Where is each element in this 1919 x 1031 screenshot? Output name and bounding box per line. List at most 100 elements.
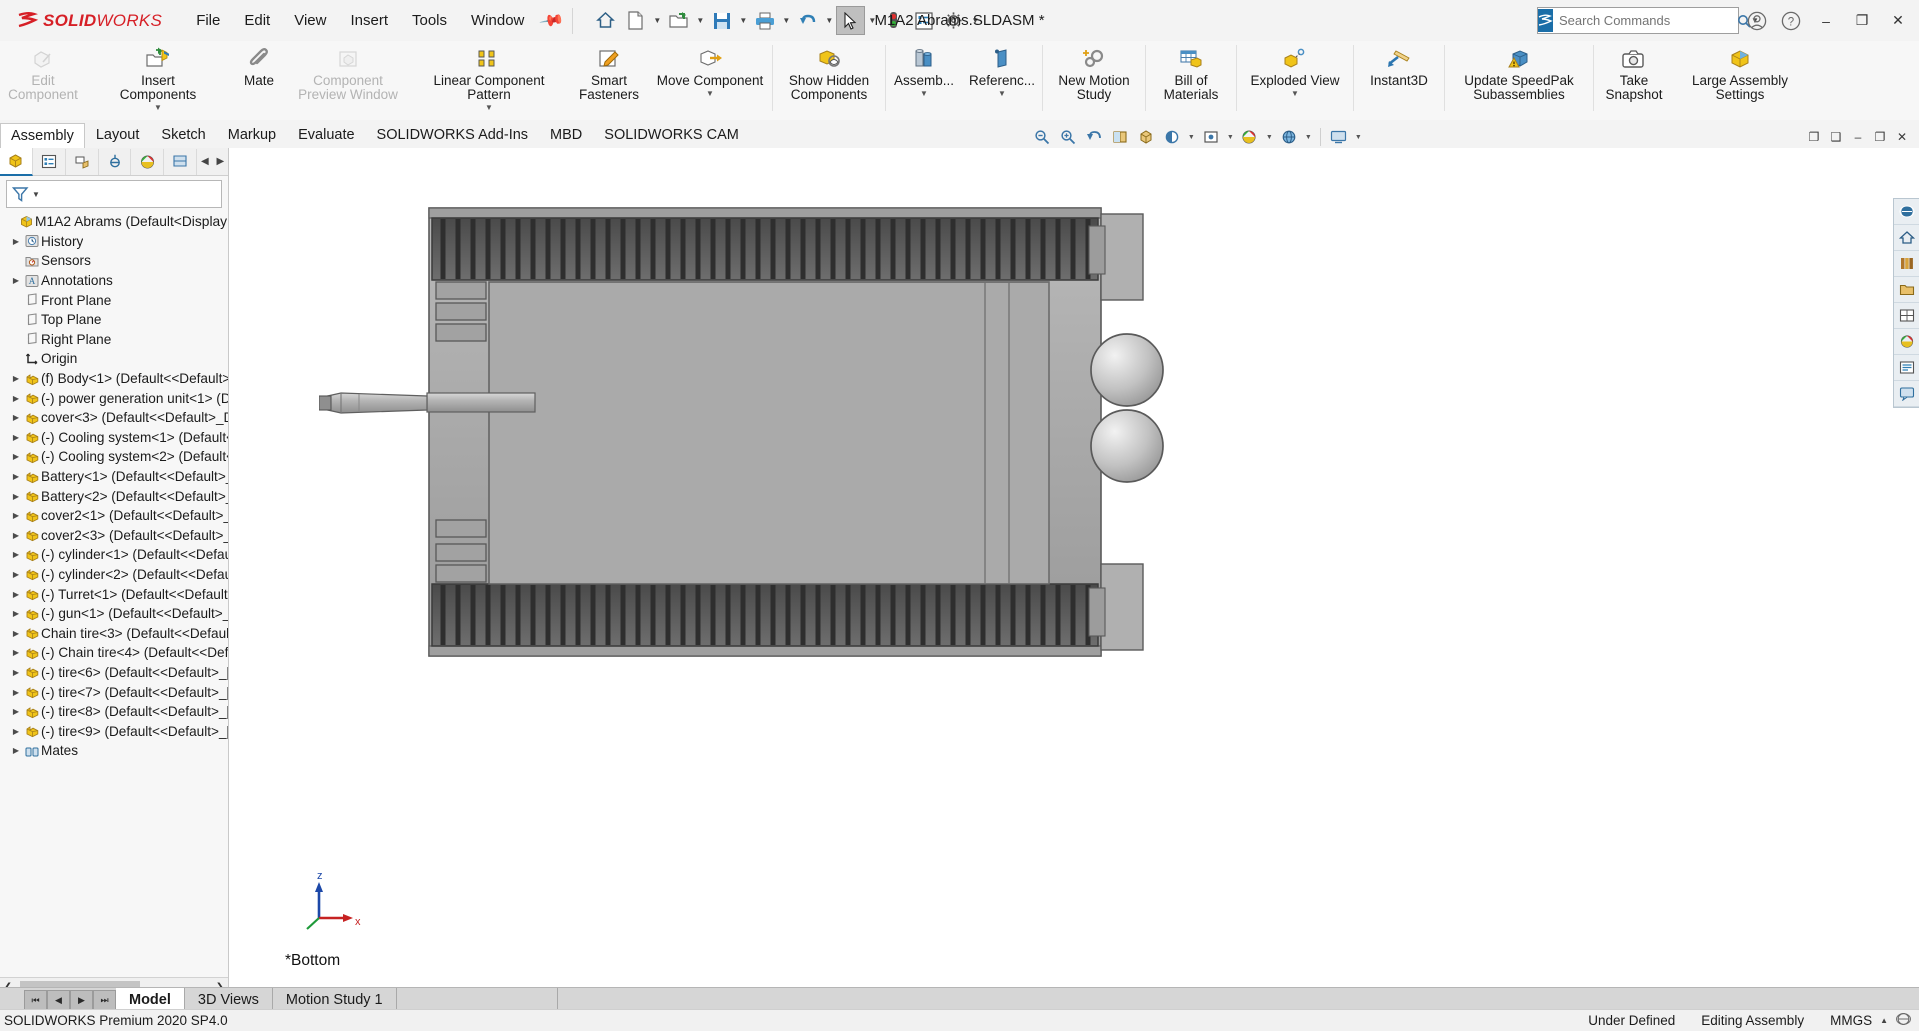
home-icon[interactable]	[591, 6, 620, 35]
feature-tree-item[interactable]: ▶ (-) Cooling system<2> (Default<	[0, 447, 228, 467]
tab-solidworks-cam[interactable]: SOLIDWORKS CAM	[593, 122, 750, 148]
pin-icon[interactable]: 📌	[538, 7, 566, 35]
new-document-icon[interactable]	[621, 6, 650, 35]
zoom-to-fit-icon[interactable]	[1030, 126, 1054, 148]
feature-tree-item[interactable]: ▶ Chain tire<3> (Default<<Default	[0, 623, 228, 643]
chevron-right-icon[interactable]: ▶	[9, 413, 23, 422]
new-motion-study-button[interactable]: New Motion Study	[1043, 41, 1145, 102]
help-question-icon[interactable]: ?	[1775, 6, 1807, 36]
linear-component-pattern-button[interactable]: Linear Component Pattern ▼	[408, 41, 570, 112]
viewport-icon[interactable]	[1327, 126, 1351, 148]
tab-layout[interactable]: Layout	[85, 122, 151, 148]
edit-appearance-caret[interactable]: ▼	[1264, 126, 1275, 148]
feature-tree-item[interactable]: ▶ cover2<1> (Default<<Default>_[	[0, 506, 228, 526]
take-snapshot-button[interactable]: Take Snapshot	[1594, 41, 1674, 102]
search-commands-box[interactable]: ▼	[1537, 7, 1759, 34]
undo-icon[interactable]	[793, 6, 822, 35]
filter-caret-icon[interactable]: ▼	[32, 190, 40, 199]
update-speedpak-button[interactable]: Update SpeedPak Subassemblies	[1445, 41, 1593, 102]
bottom-tab-motion-study-1[interactable]: Motion Study 1	[273, 988, 397, 1010]
feature-tree-item[interactable]: ▶ History	[0, 232, 228, 252]
menu-tools[interactable]: Tools	[400, 6, 459, 35]
collapse-panel-icon[interactable]: ❑	[1825, 126, 1847, 148]
feature-manager-next-arrow[interactable]: ▶	[213, 149, 228, 175]
tab-evaluate[interactable]: Evaluate	[287, 122, 365, 148]
graphics-viewport[interactable]: z x *Bottom	[229, 148, 1919, 988]
menu-file[interactable]: File	[184, 6, 232, 35]
display-manager-icon[interactable]	[909, 6, 938, 35]
hide-show-items-caret[interactable]: ▼	[1225, 126, 1236, 148]
smart-fasteners-button[interactable]: Smart Fasteners	[570, 41, 648, 102]
maximize-window-button[interactable]: ❐	[1845, 1, 1879, 41]
view-palette-icon[interactable]	[1894, 303, 1919, 329]
feature-tree-item[interactable]: ▶ Origin	[0, 349, 228, 369]
menu-edit[interactable]: Edit	[232, 6, 282, 35]
feature-manager-prev-arrow[interactable]: ◀	[197, 149, 212, 175]
feature-tree-item[interactable]: ▶ (-) tire<9> (Default<<Default>_[	[0, 721, 228, 741]
bottom-tab-3d-views[interactable]: 3D Views	[185, 988, 273, 1010]
3d-experience-icon[interactable]	[1894, 199, 1919, 225]
chevron-right-icon[interactable]: ▶	[9, 511, 23, 520]
chevron-right-icon[interactable]: ▶	[9, 648, 23, 657]
print-icon[interactable]	[750, 6, 779, 35]
chevron-right-icon[interactable]: ▶	[9, 237, 23, 246]
appearances-scenes-icon[interactable]	[1894, 329, 1919, 355]
mate-button[interactable]: Mate	[230, 41, 288, 88]
maximize-doc-icon[interactable]: ❐	[1869, 126, 1891, 148]
last-tab-button[interactable]: ⏭	[93, 990, 116, 1010]
reference-geometry-caret[interactable]: ▼	[998, 89, 1006, 98]
property-manager-tab[interactable]	[33, 148, 66, 175]
idler-wheel-lower[interactable]	[1090, 409, 1164, 483]
move-component-caret[interactable]: ▼	[706, 89, 714, 98]
exploded-view-button[interactable]: Exploded View ▼	[1237, 41, 1353, 98]
feature-tree-item[interactable]: ▶ (-) gun<1> (Default<<Default>_[	[0, 604, 228, 624]
menu-window[interactable]: Window	[459, 6, 536, 35]
undo-caret[interactable]: ▼	[823, 7, 835, 34]
gun-barrel-assembly[interactable]	[319, 392, 536, 414]
status-units[interactable]: MMGS	[1830, 1013, 1872, 1028]
chevron-right-icon[interactable]: ▶	[9, 374, 23, 383]
feature-tree-item[interactable]: ▶ (-) cylinder<1> (Default<<Defaul	[0, 545, 228, 565]
feature-tree-root-item[interactable]: ▶ M1A2 Abrams (Default<Display Stat	[0, 212, 228, 232]
apply-scene-icon[interactable]	[1277, 126, 1301, 148]
previous-view-icon[interactable]	[1082, 126, 1106, 148]
insert-components-button[interactable]: Insert Components ▼	[86, 41, 230, 112]
linear-component-pattern-caret[interactable]: ▼	[485, 103, 493, 112]
file-explorer-icon[interactable]	[1894, 277, 1919, 303]
edit-appearance-icon[interactable]	[1238, 126, 1262, 148]
feature-tree-item[interactable]: ▶ (-) power generation unit<1> (De	[0, 388, 228, 408]
feature-tree-item[interactable]: ▶ (-) Turret<1> (Default<<Default>	[0, 584, 228, 604]
print-caret[interactable]: ▼	[780, 7, 792, 34]
next-tab-button[interactable]: ▶	[70, 990, 93, 1010]
feature-tree-item[interactable]: ▶ (-) tire<7> (Default<<Default>_[	[0, 682, 228, 702]
tab-solidworks-add-ins[interactable]: SOLIDWORKS Add-Ins	[366, 122, 540, 148]
show-hidden-components-button[interactable]: Show Hidden Components	[773, 41, 885, 102]
first-tab-button[interactable]: ⏮	[24, 990, 47, 1010]
feature-tree-item[interactable]: ▶ Mates	[0, 741, 228, 761]
feature-tree-item[interactable]: ▶ cover<3> (Default<<Default>_Di	[0, 408, 228, 428]
zoom-to-area-icon[interactable]	[1056, 126, 1080, 148]
bottom-tab-model[interactable]: Model	[116, 988, 185, 1010]
chevron-right-icon[interactable]: ▶	[9, 727, 23, 736]
custom-properties-icon[interactable]	[1894, 355, 1919, 381]
feature-tree-item[interactable]: ▶ Right Plane	[0, 330, 228, 350]
status-units-caret-icon[interactable]: ▲	[1880, 1016, 1888, 1025]
assembly-features-button[interactable]: Assemb... ▼	[886, 41, 962, 98]
feature-tree-item[interactable]: ▶ Battery<1> (Default<<Default>_|	[0, 467, 228, 487]
feature-tree-item[interactable]: ▶ A Annotations	[0, 271, 228, 291]
tab-mbd[interactable]: MBD	[539, 122, 593, 148]
open-folder-caret[interactable]: ▼	[694, 7, 706, 34]
viewport-caret[interactable]: ▼	[1353, 126, 1364, 148]
chevron-right-icon[interactable]: ▶	[9, 492, 23, 501]
chevron-right-icon[interactable]: ▶	[9, 707, 23, 716]
dimxpert-manager-tab[interactable]	[99, 148, 132, 175]
options-caret[interactable]: ▼	[969, 7, 981, 34]
chevron-right-icon[interactable]: ▶	[9, 570, 23, 579]
hide-show-items-icon[interactable]	[1199, 126, 1223, 148]
chevron-right-icon[interactable]: ▶	[9, 276, 23, 285]
select-pointer-icon[interactable]	[836, 6, 866, 35]
select-pointer-caret[interactable]: ▼	[866, 7, 878, 34]
solidworks-forum-icon[interactable]	[1894, 381, 1919, 407]
insert-components-caret[interactable]: ▼	[154, 103, 162, 112]
feature-tree-item[interactable]: ▶ (-) cylinder<2> (Default<<Defaul	[0, 565, 228, 585]
